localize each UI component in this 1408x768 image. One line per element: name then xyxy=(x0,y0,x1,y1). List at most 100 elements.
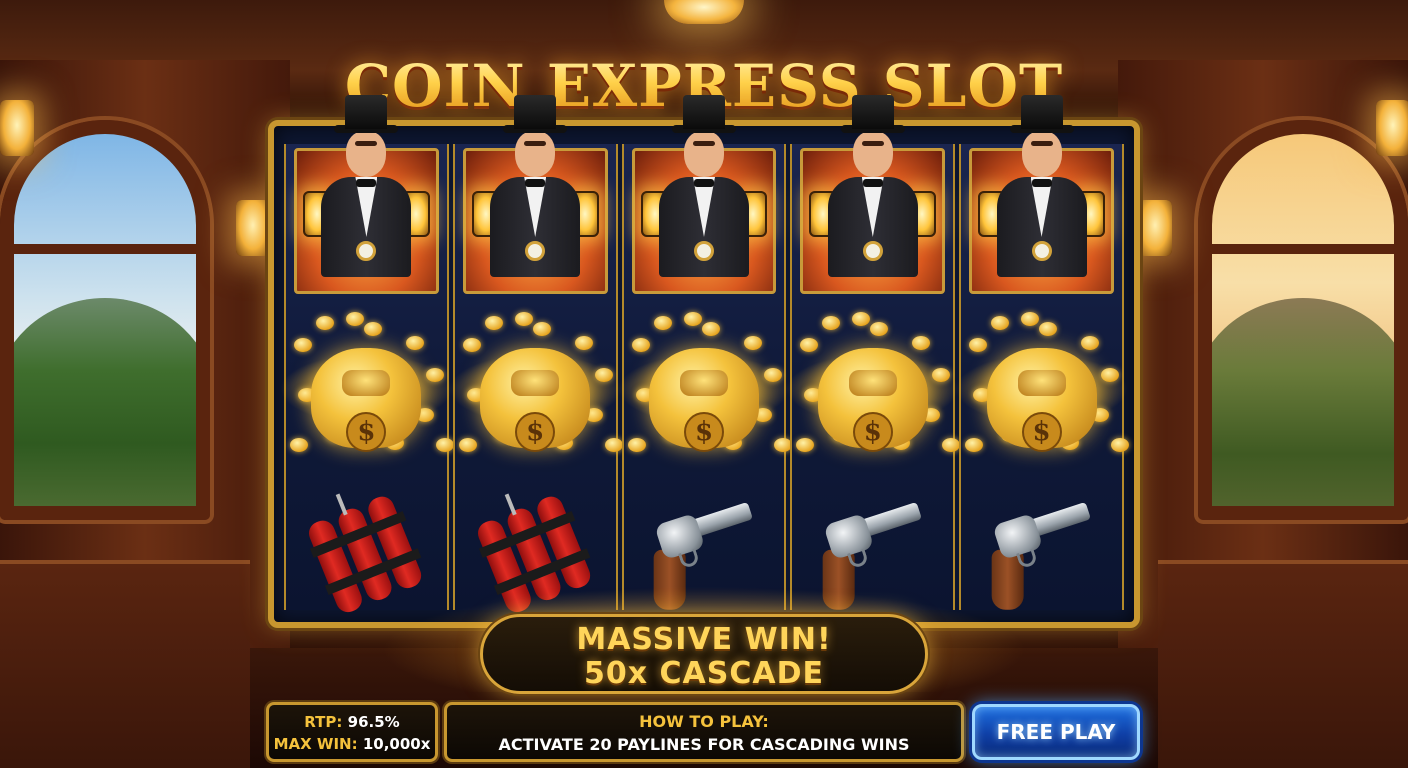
right-window xyxy=(1198,120,1408,520)
bag-neck xyxy=(342,370,391,396)
coin-icon xyxy=(436,438,454,452)
coin-icon xyxy=(426,368,444,382)
conductor-body xyxy=(996,177,1087,277)
symbol-money-bag: $ xyxy=(448,308,623,472)
coin-icon xyxy=(773,438,792,452)
coin-icon xyxy=(969,338,988,352)
bow-tie xyxy=(693,179,714,187)
bag-neck xyxy=(679,370,728,396)
how-to-play-title: HOW TO PLAY: xyxy=(639,712,769,731)
free-play-button[interactable]: FREE PLAY xyxy=(972,704,1140,760)
coin-icon xyxy=(514,312,533,326)
dollar-sign-icon: $ xyxy=(346,412,387,452)
coin-icon xyxy=(683,312,702,326)
symbol-money-bag: $ xyxy=(955,308,1130,472)
reel-2: $ xyxy=(448,95,623,616)
coin-icon xyxy=(532,322,551,336)
reels-grid: $ $ $ $ $ xyxy=(280,95,1130,616)
bow-tie xyxy=(1031,179,1052,187)
slot-machine-frame: $ $ $ $ $ xyxy=(268,95,1140,628)
mustache xyxy=(355,141,378,146)
money-bag-icon: $ xyxy=(817,348,928,452)
symbol-money-bag: $ xyxy=(280,308,454,472)
coin-icon xyxy=(574,336,593,350)
money-bag-icon: $ xyxy=(480,348,591,452)
how-to-play-panel: HOW TO PLAY: ACTIVATE 20 PAYLINES FOR CA… xyxy=(444,702,964,762)
pocket-watch-icon xyxy=(525,241,546,261)
conductor-face xyxy=(1021,131,1062,177)
conductor-body xyxy=(321,177,412,277)
conductor-icon xyxy=(800,95,946,294)
pocket-watch-icon xyxy=(356,241,377,261)
max-win-value: 10,000x xyxy=(362,735,431,753)
reel-3: $ xyxy=(617,95,792,610)
conductor-icon xyxy=(969,95,1114,294)
top-hat-icon xyxy=(345,95,388,129)
mustache xyxy=(1030,141,1053,146)
pocket-watch-icon xyxy=(1031,241,1052,261)
coin-icon xyxy=(294,338,312,352)
coin-icon xyxy=(965,438,984,452)
top-hat-icon xyxy=(1020,95,1063,129)
wall-lamp-icon xyxy=(236,200,270,256)
bow-tie xyxy=(862,179,883,187)
coin-icon xyxy=(822,316,841,330)
bag-neck xyxy=(848,370,897,396)
ceiling-lamp xyxy=(664,0,744,24)
money-bag-icon: $ xyxy=(648,348,759,452)
conductor-icon xyxy=(294,95,439,294)
coin-icon xyxy=(1039,322,1058,336)
symbol-conductor xyxy=(286,95,447,308)
win-title: MASSIVE WIN! xyxy=(576,622,832,657)
coin-icon xyxy=(364,322,382,336)
reel-4: $ xyxy=(786,95,961,610)
pocket-watch-icon xyxy=(862,241,883,261)
bag-neck xyxy=(1017,370,1066,396)
coin-icon xyxy=(1111,438,1130,452)
coin-icon xyxy=(594,368,613,382)
symbol-conductor xyxy=(624,95,785,308)
left-wood-panel xyxy=(0,560,250,768)
wall-lamp-icon xyxy=(1138,200,1172,256)
dollar-sign-icon: $ xyxy=(852,412,893,452)
coin-icon xyxy=(462,338,481,352)
coin-icon xyxy=(1021,312,1040,326)
symbol-conductor xyxy=(961,95,1122,308)
conductor-body xyxy=(658,177,749,277)
money-bag-icon: $ xyxy=(986,348,1097,452)
fuse xyxy=(336,493,349,516)
coin-icon xyxy=(1081,336,1100,350)
symbol-money-bag: $ xyxy=(786,308,961,472)
coin-icon xyxy=(316,316,334,330)
dollar-sign-icon: $ xyxy=(683,412,724,452)
coin-icon xyxy=(653,316,672,330)
coin-icon xyxy=(852,312,871,326)
bag-neck xyxy=(511,370,560,396)
mustache xyxy=(861,141,884,146)
win-banner: MASSIVE WIN! 50x CASCADE xyxy=(480,614,928,694)
stats-panel: RTP: 96.5% MAX WIN: 10,000x xyxy=(266,702,438,762)
coin-icon xyxy=(701,322,720,336)
fuse xyxy=(504,493,517,516)
mustache xyxy=(524,141,547,146)
mustache xyxy=(692,141,715,146)
conductor-face xyxy=(683,131,724,177)
reel-1: $ xyxy=(280,95,454,616)
top-hat-icon xyxy=(514,95,557,129)
conductor-body xyxy=(827,177,918,277)
symbol-money-bag: $ xyxy=(617,308,792,472)
rtp-row: RTP: 96.5% xyxy=(269,711,435,733)
coin-icon xyxy=(991,316,1010,330)
conductor-icon xyxy=(631,95,777,294)
how-to-play-text: ACTIVATE 20 PAYLINES FOR CASCADING WINS xyxy=(498,735,910,754)
coin-icon xyxy=(406,336,424,350)
coin-icon xyxy=(800,338,819,352)
coin-icon xyxy=(763,368,782,382)
coin-icon xyxy=(290,438,308,452)
coin-icon xyxy=(604,438,623,452)
pocket-watch-icon xyxy=(693,241,714,261)
left-window xyxy=(0,120,210,520)
coin-icon xyxy=(484,316,503,330)
bow-tie xyxy=(525,179,546,187)
conductor-body xyxy=(490,177,581,277)
